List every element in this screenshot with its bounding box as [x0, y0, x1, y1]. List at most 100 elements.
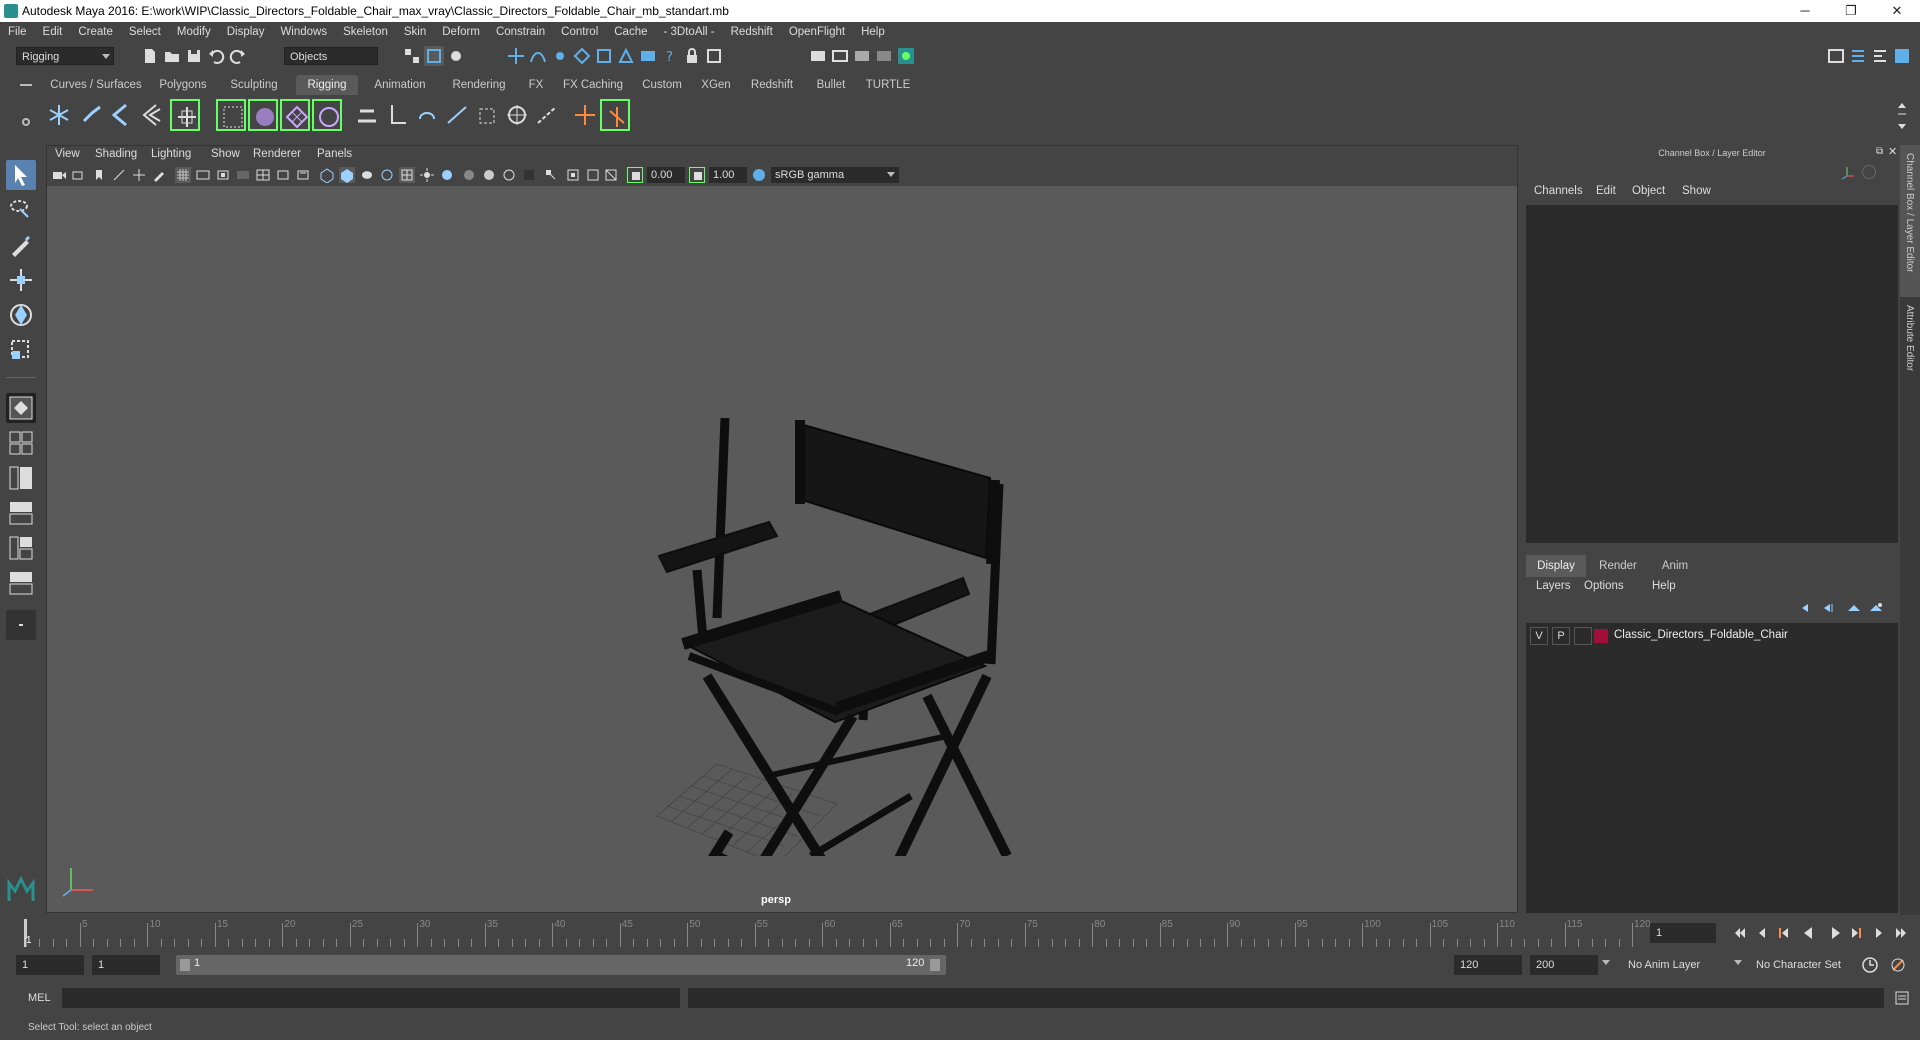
- select-camera-icon[interactable]: [51, 167, 67, 183]
- shelf-tab-curves-surfaces[interactable]: Curves / Surfaces: [44, 75, 148, 95]
- textured-icon[interactable]: [399, 167, 415, 183]
- snap-view-plane-icon[interactable]: [572, 46, 592, 66]
- lattice-icon[interactable]: [280, 99, 310, 131]
- menu-edit[interactable]: Edit: [35, 22, 71, 43]
- isolate-select-icon[interactable]: [543, 167, 559, 183]
- new-empty-layer-icon[interactable]: [1846, 601, 1862, 615]
- close-panel-icon[interactable]: ✕: [1888, 147, 1898, 158]
- move-layer-down-icon[interactable]: [1822, 601, 1838, 615]
- menu-redshift[interactable]: Redshift: [723, 22, 781, 43]
- point-constraint-icon[interactable]: [382, 99, 412, 131]
- shelf-tab-xgen[interactable]: XGen: [694, 75, 738, 95]
- gamma-icon[interactable]: [689, 167, 705, 183]
- shelf-tab-rigging[interactable]: Rigging: [296, 75, 358, 95]
- menu-modify[interactable]: Modify: [169, 22, 219, 43]
- current-frame-field[interactable]: 1: [1650, 923, 1716, 943]
- layer-tab-render[interactable]: Render: [1588, 555, 1648, 577]
- orient-constraint-icon[interactable]: [412, 99, 442, 131]
- snap-curve-icon[interactable]: [528, 46, 548, 66]
- menu-constrain[interactable]: Constrain: [488, 22, 553, 43]
- shelf-tab-sculpting[interactable]: Sculpting: [218, 75, 290, 95]
- time-slider-track[interactable]: 1 5 10 15 20 25 30 35 40 45 50 55 60 65 70 75 80 85 90 95 1…: [24, 919, 1651, 947]
- add-influence-icon[interactable]: [570, 99, 600, 131]
- select-by-component-icon[interactable]: [446, 46, 466, 66]
- layer-type-toggle[interactable]: [1574, 627, 1592, 645]
- viewport-menu-panels[interactable]: Panels: [317, 148, 352, 160]
- menu-skin[interactable]: Skin: [396, 22, 434, 43]
- viewport-menu-renderer[interactable]: Renderer: [253, 148, 301, 160]
- shadows-icon[interactable]: [439, 167, 455, 183]
- exposure-field[interactable]: 0.00: [647, 167, 685, 183]
- select-by-object-type-icon[interactable]: [424, 46, 444, 66]
- toggle-channel-box-icon[interactable]: [1848, 46, 1868, 66]
- viewport-menu-shading[interactable]: Shading: [95, 148, 137, 160]
- snap-grid-icon[interactable]: [506, 46, 526, 66]
- snap-point-icon[interactable]: [550, 46, 570, 66]
- layout-icon[interactable]: [1826, 46, 1846, 66]
- layer-tab-display[interactable]: Display: [1526, 555, 1586, 577]
- rotate-tool-icon[interactable]: [6, 300, 36, 330]
- le-menu-help[interactable]: Help: [1652, 580, 1676, 592]
- selection-mode-dropdown[interactable]: Objects: [284, 47, 378, 65]
- attribute-editor-side-tab[interactable]: Attribute Editor: [1900, 305, 1920, 395]
- ipr-render-icon[interactable]: [852, 46, 872, 66]
- range-start-handle[interactable]: [180, 959, 190, 971]
- menu-openflight[interactable]: OpenFlight: [781, 22, 853, 43]
- character-set-dropdown[interactable]: No Character Set: [1750, 955, 1874, 975]
- cb-menu-edit[interactable]: Edit: [1596, 185, 1616, 197]
- redo-icon[interactable]: [228, 46, 248, 66]
- le-menu-layers[interactable]: Layers: [1536, 580, 1571, 592]
- cb-menu-channels[interactable]: Channels: [1534, 185, 1583, 197]
- menu-deform[interactable]: Deform: [434, 22, 488, 43]
- restore-button[interactable]: ❐: [1828, 0, 1874, 22]
- cluster-icon[interactable]: [216, 99, 246, 131]
- shelf-scroll-arrows[interactable]: [1896, 100, 1908, 132]
- move-layer-up-icon[interactable]: [1800, 601, 1816, 615]
- persp-graph-icon[interactable]: [6, 498, 36, 528]
- menu-select[interactable]: Select: [121, 22, 169, 43]
- gamma-field[interactable]: 1.00: [709, 167, 747, 183]
- safe-action-icon[interactable]: [275, 167, 291, 183]
- range-slider[interactable]: 1 120: [176, 955, 946, 975]
- aim-constraint-icon[interactable]: [442, 99, 472, 131]
- wireframe-on-shaded-icon[interactable]: [379, 167, 395, 183]
- scale-tool-icon[interactable]: [6, 335, 36, 365]
- close-button[interactable]: ✕: [1874, 0, 1920, 22]
- 2d-pan-zoom-icon[interactable]: [131, 167, 147, 183]
- menu-3dtoall[interactable]: - 3DtoAll -: [656, 22, 723, 43]
- chevron-down-icon[interactable]: [1734, 960, 1742, 965]
- auto-key-icon[interactable]: [1860, 955, 1880, 975]
- cb-menu-show[interactable]: Show: [1682, 185, 1711, 197]
- menu-control[interactable]: Control: [553, 22, 606, 43]
- playback-end-field[interactable]: 120: [1454, 955, 1522, 975]
- xray-icon[interactable]: [565, 167, 581, 183]
- motion-blur-icon[interactable]: [481, 167, 497, 183]
- menu-set-dropdown[interactable]: Rigging: [16, 47, 114, 65]
- lock-icon[interactable]: [682, 46, 702, 66]
- film-gate-icon[interactable]: [195, 167, 211, 183]
- toggle-modeling-toolkit-icon[interactable]: [1892, 46, 1912, 66]
- screen-space-ao-icon[interactable]: [461, 167, 477, 183]
- snap-vertex-icon[interactable]: [616, 46, 636, 66]
- pole-vector-icon[interactable]: [532, 99, 562, 131]
- insert-joint-icon[interactable]: [136, 99, 166, 131]
- script-editor-icon[interactable]: [1894, 990, 1910, 1006]
- ik-spline-icon[interactable]: [106, 99, 136, 131]
- exposure-icon[interactable]: [627, 167, 643, 183]
- chevron-down-icon[interactable]: [1602, 960, 1610, 965]
- animation-start-field[interactable]: 1: [16, 955, 84, 975]
- command-input[interactable]: [62, 988, 680, 1008]
- parent-constraint-icon[interactable]: [502, 99, 532, 131]
- display-mode-icon[interactable]: [1862, 165, 1876, 179]
- layer-name[interactable]: Classic_Directors_Foldable_Chair: [1614, 629, 1788, 641]
- move-tool-icon[interactable]: [6, 265, 36, 295]
- input-ops-icon[interactable]: [704, 46, 724, 66]
- animation-preferences-icon[interactable]: [1888, 955, 1908, 975]
- gate-mask-icon[interactable]: [235, 167, 251, 183]
- menu-windows[interactable]: Windows: [272, 22, 335, 43]
- open-scene-icon[interactable]: [162, 46, 182, 66]
- field-chart-icon[interactable]: [255, 167, 271, 183]
- paint-select-tool-icon[interactable]: [6, 230, 36, 260]
- ik-handle-icon[interactable]: [76, 99, 106, 131]
- xray-joints-icon[interactable]: [603, 167, 619, 183]
